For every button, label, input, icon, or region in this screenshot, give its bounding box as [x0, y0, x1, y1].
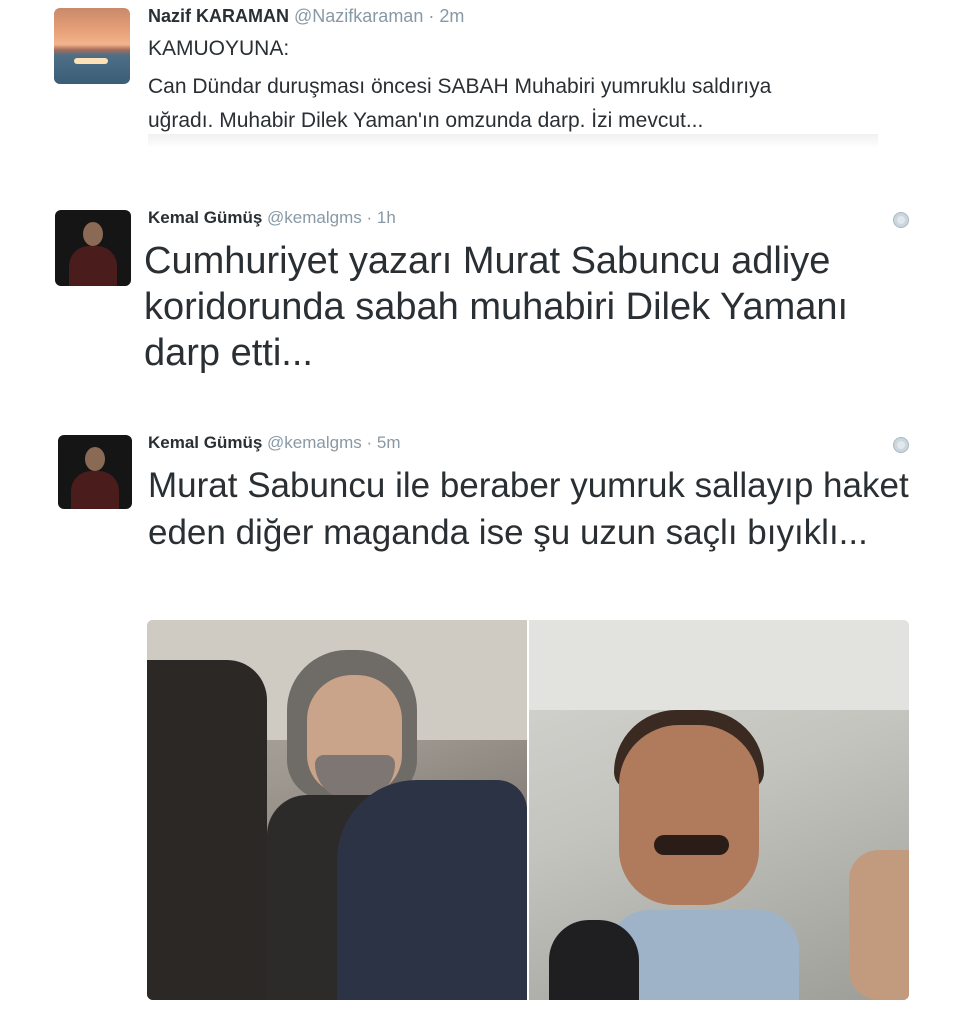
author-name[interactable]: Kemal Gümüş	[148, 433, 262, 452]
avatar-head	[85, 447, 105, 471]
sunset-decoration	[74, 58, 108, 64]
photo-man-face	[619, 725, 759, 905]
globe-icon	[893, 437, 909, 453]
author-handle[interactable]: @Nazifkaraman	[294, 6, 423, 26]
timestamp[interactable]: 1h	[377, 208, 396, 227]
tweet-header: Kemal Gümüş @kemalgms · 5m	[148, 433, 401, 453]
cutoff-shadow	[148, 134, 878, 148]
author-name[interactable]: Nazif KARAMAN	[148, 6, 289, 26]
attached-photo-right[interactable]	[529, 620, 909, 1000]
avatar[interactable]	[54, 8, 130, 84]
tweet-text-line: uğradı. Muhabir Dilek Yaman'ın omzunda d…	[148, 109, 704, 132]
separator: ·	[428, 6, 435, 26]
author-handle[interactable]: @kemalgms	[267, 208, 362, 227]
avatar[interactable]	[55, 210, 131, 286]
avatar-head	[83, 222, 103, 246]
photo-man-jacket	[549, 920, 639, 1000]
attached-photo-left[interactable]	[147, 620, 527, 1000]
photo-foreground-hand	[849, 850, 909, 1000]
separator: ·	[366, 208, 373, 227]
tweet-text: Murat Sabuncu ile beraber yumruk sallayı…	[148, 466, 909, 552]
tweet-text: Cumhuriyet yazarı Murat Sabuncu adliye k…	[144, 240, 849, 374]
photo-foreground-shoulder	[337, 780, 527, 1000]
tweet-header: Kemal Gümüş @kemalgms · 1h	[148, 208, 396, 228]
avatar-body	[69, 246, 117, 286]
tweet-header: Nazif KARAMAN @Nazifkaraman · 2m	[148, 6, 464, 27]
separator: ·	[366, 433, 373, 452]
globe-icon	[893, 212, 909, 228]
timestamp[interactable]: 5m	[377, 433, 401, 452]
photo-ceiling	[529, 620, 909, 710]
photo-man-mustache	[654, 835, 729, 855]
author-handle[interactable]: @kemalgms	[267, 433, 362, 452]
avatar-body	[71, 471, 119, 509]
photo-dark-figure	[147, 660, 267, 1000]
tweet-text-line: KAMUOYUNA:	[148, 37, 290, 60]
author-name[interactable]: Kemal Gümüş	[148, 208, 262, 227]
avatar[interactable]	[58, 435, 132, 509]
tweet-text-line: Can Dündar duruşması öncesi SABAH Muhabi…	[148, 75, 772, 98]
timestamp[interactable]: 2m	[439, 6, 464, 26]
